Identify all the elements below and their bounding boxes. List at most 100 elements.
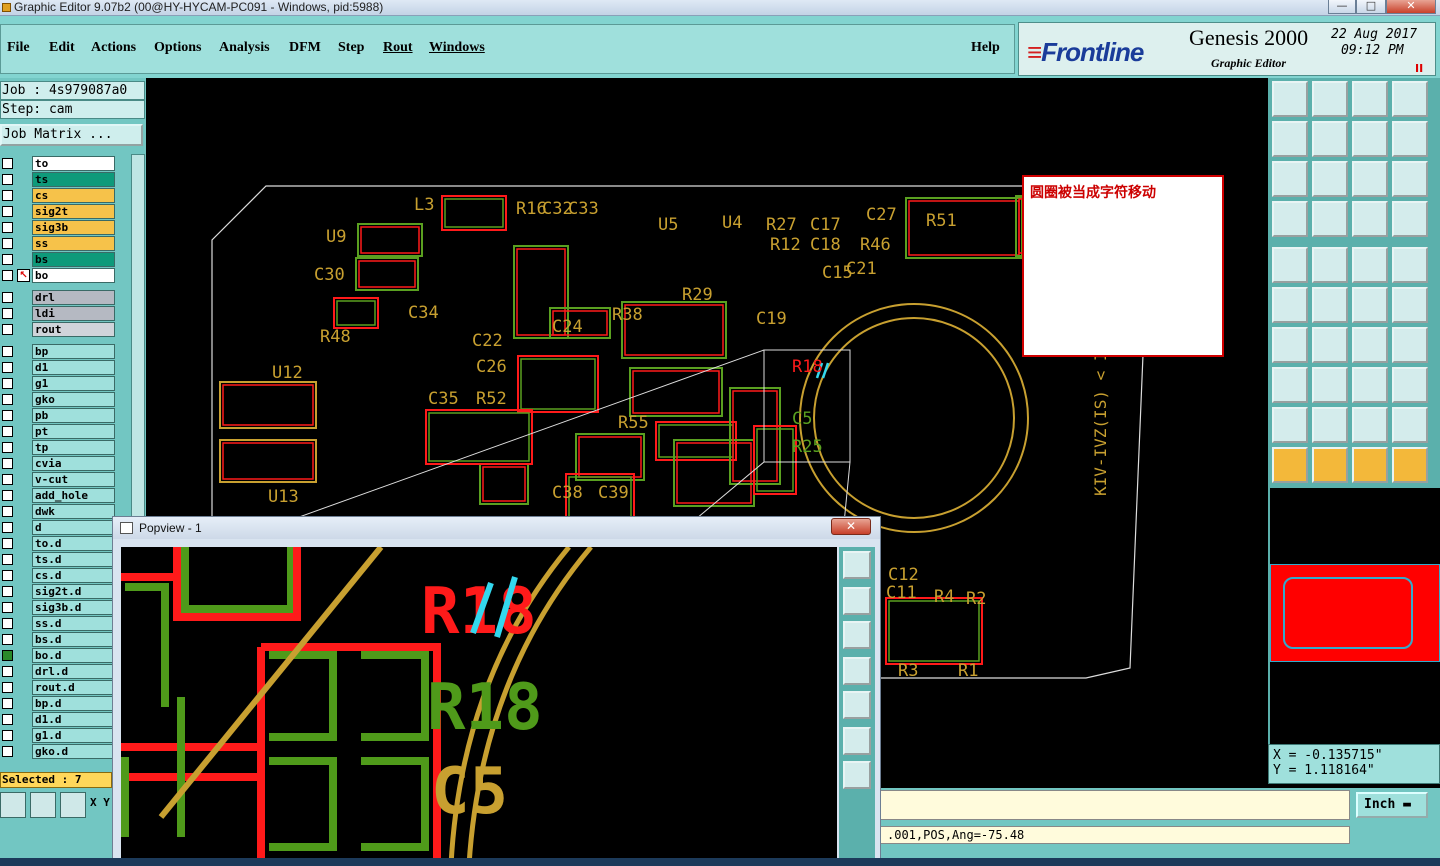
layer-row[interactable]: to	[0, 156, 116, 171]
ruler-icon[interactable]	[1352, 247, 1388, 283]
circle-fill-icon[interactable]	[1392, 247, 1428, 283]
triangle-b-icon[interactable]	[1312, 407, 1348, 443]
layer-row[interactable]: bs.d	[0, 632, 116, 647]
cross-icon[interactable]	[1312, 287, 1348, 323]
layer-checkbox[interactable]	[2, 378, 13, 389]
pad-icon[interactable]	[1272, 247, 1308, 283]
layer-row[interactable]: ldi	[0, 306, 116, 321]
pv-fit-icon[interactable]	[843, 551, 871, 579]
layer-row[interactable]: dwk	[0, 504, 116, 519]
menu-file[interactable]: File	[7, 40, 30, 56]
layer-name[interactable]: d1	[32, 360, 115, 375]
layer-row[interactable]: cs	[0, 188, 116, 203]
select-arrow-3-icon[interactable]	[1352, 447, 1388, 483]
layer-row[interactable]: to.d	[0, 536, 116, 551]
command-input[interactable]	[880, 790, 1350, 820]
layer-name[interactable]: to.d	[32, 536, 115, 551]
menu-windows[interactable]: Windows	[429, 40, 485, 56]
pan-left-icon[interactable]	[1272, 121, 1308, 157]
layer-row[interactable]: sig3b	[0, 220, 116, 235]
layer-name[interactable]: rout.d	[32, 680, 115, 695]
layer-row[interactable]: v-cut	[0, 472, 116, 487]
popview-canvas[interactable]: R18 R18 C5	[121, 547, 837, 865]
layer-row[interactable]: g1	[0, 376, 116, 391]
pv-right-icon[interactable]	[843, 691, 871, 719]
layer-name[interactable]: bo.d	[32, 648, 115, 663]
layer-checkbox[interactable]	[2, 442, 13, 453]
grid-icon[interactable]	[1312, 201, 1348, 237]
popview-window[interactable]: Popview - 1 ✕ R18 C5	[112, 516, 881, 866]
scale-one-icon[interactable]	[1352, 161, 1388, 197]
pv-zoom-in-icon[interactable]	[843, 727, 871, 755]
menu-edit[interactable]: Edit	[49, 40, 75, 56]
pan-down-icon[interactable]	[1312, 81, 1348, 117]
layer-row[interactable]: pt	[0, 424, 116, 439]
attribute-icon[interactable]	[1392, 367, 1428, 403]
zoom-in-icon[interactable]	[1352, 121, 1388, 157]
layer-checkbox[interactable]	[2, 730, 13, 741]
layer-checkbox[interactable]	[2, 538, 13, 549]
layer-row[interactable]: d	[0, 520, 116, 535]
layer-checkbox[interactable]	[2, 554, 13, 565]
menu-step[interactable]: Step	[338, 40, 364, 56]
layer-checkbox[interactable]	[2, 698, 13, 709]
grid-tool-icon[interactable]	[60, 792, 86, 818]
layer-row[interactable]: ts.d	[0, 552, 116, 567]
layer-checkbox[interactable]	[2, 666, 13, 677]
layer-name[interactable]: sig2t	[32, 204, 115, 219]
layer-checkbox[interactable]	[2, 308, 13, 319]
layer-row[interactable]: d1	[0, 360, 116, 375]
layer-name[interactable]: rout	[32, 322, 115, 337]
net-select-icon[interactable]	[1392, 201, 1428, 237]
layer-checkbox[interactable]	[2, 346, 13, 357]
layer-row[interactable]: gko.d	[0, 744, 116, 759]
pv-left-icon[interactable]	[843, 657, 871, 685]
layer-name[interactable]: sig3b.d	[32, 600, 115, 615]
layer-row[interactable]: pb	[0, 408, 116, 423]
layer-checkbox[interactable]	[2, 426, 13, 437]
layer-name[interactable]: pb	[32, 408, 115, 423]
layer-checkbox[interactable]	[2, 490, 13, 501]
layer-checkbox[interactable]	[2, 174, 13, 185]
triangle-d-icon[interactable]	[1392, 407, 1428, 443]
layer-row[interactable]: bo.d	[0, 648, 116, 663]
layer-name[interactable]: bp.d	[32, 696, 115, 711]
layer-name[interactable]: ss	[32, 236, 115, 251]
layer-row[interactable]: ss.d	[0, 616, 116, 631]
feature-select-icon[interactable]	[1352, 201, 1388, 237]
layer-row[interactable]: sig3b.d	[0, 600, 116, 615]
layer-name[interactable]: sig3b	[32, 220, 115, 235]
job-matrix-button[interactable]: Job Matrix ...	[0, 124, 143, 146]
polygon-icon[interactable]	[1312, 247, 1348, 283]
layer-name[interactable]: to	[32, 156, 115, 171]
layer-checkbox[interactable]	[2, 190, 13, 201]
layer-checkbox[interactable]	[2, 522, 13, 533]
layer-row[interactable]: bp.d	[0, 696, 116, 711]
select-arrow-icon[interactable]	[1272, 447, 1308, 483]
maximize-button[interactable]: □	[1356, 0, 1386, 14]
route-icon[interactable]	[1392, 447, 1428, 483]
layer-name[interactable]: ss.d	[32, 616, 115, 631]
connect-icon[interactable]	[1272, 287, 1308, 323]
layer-checkbox[interactable]	[2, 238, 13, 249]
help-icon[interactable]	[1392, 161, 1428, 197]
layer-row[interactable]: rout	[0, 322, 116, 337]
minimize-button[interactable]: —	[1328, 0, 1356, 14]
layer-checkbox[interactable]	[2, 394, 13, 405]
popview-titlebar[interactable]: Popview - 1 ✕	[113, 517, 880, 539]
layer-name[interactable]: tp	[32, 440, 115, 455]
menu-actions[interactable]: Actions	[91, 40, 136, 56]
layer-name[interactable]: d	[32, 520, 115, 535]
layer-checkbox[interactable]	[2, 602, 13, 613]
layer-row[interactable]: drl.d	[0, 664, 116, 679]
move-icon[interactable]	[1352, 287, 1388, 323]
layer-name[interactable]: ts	[32, 172, 115, 187]
layer-checkbox[interactable]	[2, 254, 13, 265]
layer-row[interactable]: rout.d	[0, 680, 116, 695]
layer-row[interactable]: sig2t.d	[0, 584, 116, 599]
node-icon[interactable]	[1272, 367, 1308, 403]
arc-icon[interactable]	[1312, 327, 1348, 363]
layer-row[interactable]: d1.d	[0, 712, 116, 727]
layer-checkbox[interactable]	[2, 634, 13, 645]
units-selector[interactable]: Inch ▬	[1356, 792, 1428, 818]
